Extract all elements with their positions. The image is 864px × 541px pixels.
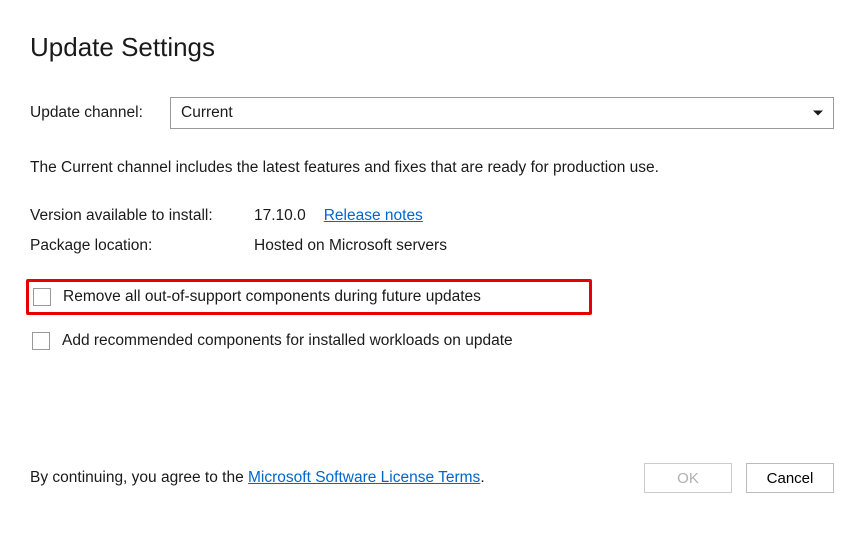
- channel-description: The Current channel includes the latest …: [30, 157, 834, 179]
- ok-button[interactable]: OK: [644, 463, 732, 493]
- package-location-label: Package location:: [30, 237, 254, 255]
- version-value: 17.10.0: [254, 207, 306, 225]
- version-row: Version available to install: 17.10.0 Re…: [30, 207, 834, 225]
- release-notes-link[interactable]: Release notes: [324, 207, 423, 225]
- add-recommended-checkbox[interactable]: [32, 332, 50, 350]
- dialog-footer: By continuing, you agree to the Microsof…: [30, 463, 834, 493]
- package-location-row: Package location: Hosted on Microsoft se…: [30, 237, 834, 255]
- cancel-button[interactable]: Cancel: [746, 463, 834, 493]
- button-group: OK Cancel: [644, 463, 834, 493]
- license-text: By continuing, you agree to the Microsof…: [30, 469, 485, 487]
- checkbox-group: Remove all out-of-support components dur…: [30, 279, 834, 355]
- version-label: Version available to install:: [30, 207, 254, 225]
- update-channel-value: Current: [181, 104, 233, 122]
- page-title: Update Settings: [30, 32, 834, 63]
- remove-oos-checkbox[interactable]: [33, 288, 51, 306]
- license-suffix: .: [480, 469, 484, 486]
- remove-oos-label: Remove all out-of-support components dur…: [63, 288, 481, 306]
- update-channel-row: Update channel: Current: [30, 97, 834, 129]
- license-terms-link[interactable]: Microsoft Software License Terms: [248, 469, 480, 486]
- add-recommended-label: Add recommended components for installed…: [62, 332, 513, 350]
- package-location-value: Hosted on Microsoft servers: [254, 237, 447, 255]
- update-channel-dropdown[interactable]: Current: [170, 97, 834, 129]
- license-prefix: By continuing, you agree to the: [30, 469, 248, 486]
- remove-oos-row: Remove all out-of-support components dur…: [26, 279, 592, 315]
- add-recommended-row: Add recommended components for installed…: [30, 327, 834, 355]
- update-channel-label: Update channel:: [30, 104, 170, 122]
- chevron-down-icon: [813, 111, 823, 116]
